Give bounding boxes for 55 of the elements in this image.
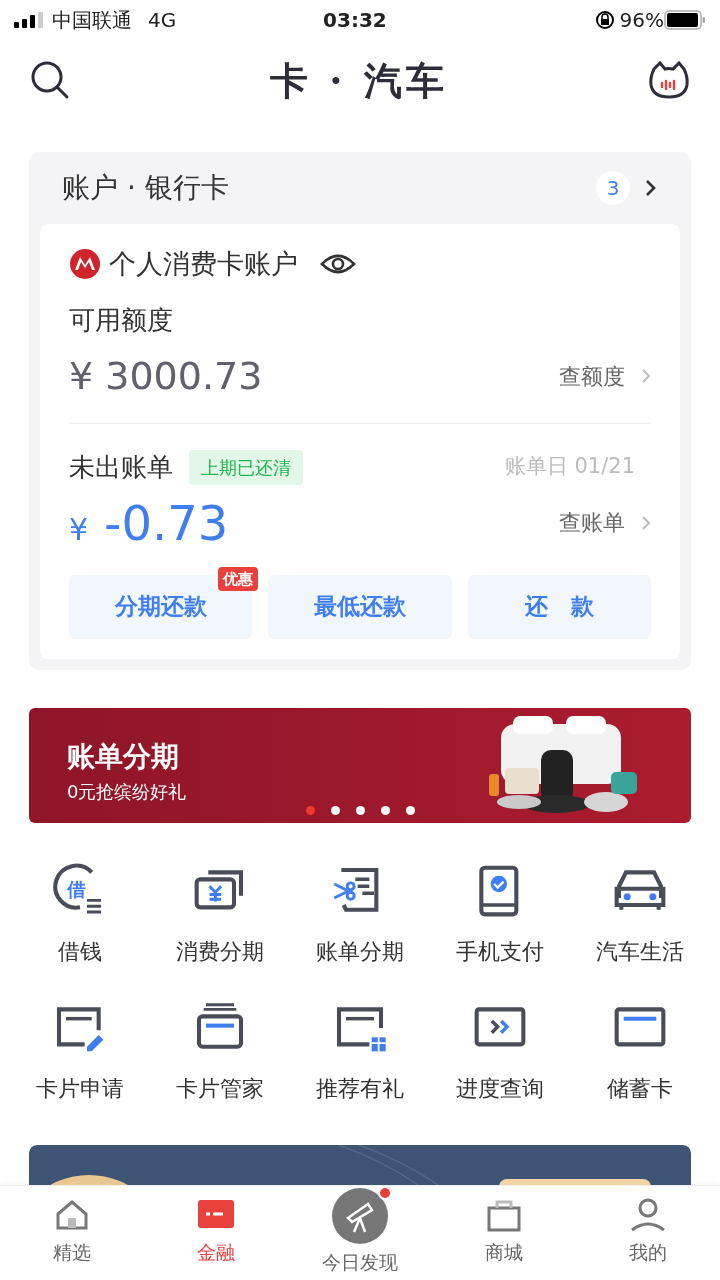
banner-title: 账单分期	[67, 738, 180, 775]
carousel-dot[interactable]	[306, 805, 315, 815]
battery-icon	[664, 9, 706, 31]
carousel-dot[interactable]	[406, 805, 415, 815]
shortcut-item[interactable]: 进度查询	[430, 999, 570, 1105]
card-count: 3	[596, 171, 630, 205]
repaid-tag: 上期已还清	[189, 449, 303, 485]
billing-date: 账单日 01/21	[504, 453, 635, 481]
available-credit-label: 可用额度	[69, 303, 174, 337]
network-type: 4G	[148, 7, 177, 34]
bank-logo-icon	[69, 248, 101, 281]
tab-item[interactable]: 今日发现	[288, 1186, 432, 1280]
repay-button[interactable]: 最低还款	[268, 574, 452, 639]
carousel-dot[interactable]	[381, 805, 390, 815]
repay-button[interactable]: 还 款	[467, 574, 651, 639]
rotation-lock-icon	[593, 9, 616, 31]
carousel-dot[interactable]	[356, 805, 365, 815]
carrier-name: 中国联通	[52, 7, 132, 34]
search-icon	[30, 60, 70, 100]
chevron-right-icon	[641, 368, 651, 384]
banner-subtitle: 0元抢缤纷好礼	[67, 779, 187, 804]
view-bill-link[interactable]: 查账单	[559, 506, 651, 539]
view-credit-link[interactable]: 查额度	[559, 359, 651, 393]
chevron-right-icon[interactable]	[644, 178, 658, 198]
promo-badge: 优惠	[218, 566, 259, 591]
shortcut-item[interactable]: 汽车生活	[570, 862, 710, 968]
unbilled-label: 未出账单	[69, 450, 173, 484]
battery-percent: 96%	[619, 7, 664, 34]
signal-icon	[14, 12, 44, 28]
app-title: 卡 · 汽车	[270, 56, 448, 105]
section-title: 账户 · 银行卡	[62, 170, 230, 206]
tab-item[interactable]: 精选	[0, 1186, 144, 1280]
telescope-icon	[332, 1188, 388, 1244]
account-name: 个人消费卡账户	[109, 247, 298, 281]
chevron-right-icon	[641, 514, 651, 531]
available-credit-amount: ¥ 3000.73	[69, 352, 263, 400]
shortcut-item[interactable]: 储蓄卡	[570, 999, 710, 1105]
shortcut-item[interactable]: 卡片申请	[10, 999, 150, 1105]
assistant-button[interactable]	[648, 59, 690, 101]
currency-symbol: ¥	[69, 510, 89, 549]
clock-time: 03:32	[322, 7, 388, 34]
shortcut-item[interactable]: 手机支付	[430, 862, 570, 968]
carousel-dot[interactable]	[331, 805, 340, 815]
cat-face-icon	[648, 59, 690, 101]
shortcut-item[interactable]: 推荐有礼	[290, 999, 430, 1105]
shortcut-item[interactable]: 卡片管家	[150, 999, 290, 1105]
search-button[interactable]	[30, 60, 70, 100]
tab-item[interactable]: 商城	[432, 1186, 576, 1280]
tab-item[interactable]: 我的	[576, 1186, 720, 1280]
shortcut-item[interactable]: 账单分期	[290, 862, 430, 968]
promo-banner[interactable]: 账单分期 0元抢缤纷好礼	[29, 707, 691, 823]
shortcut-item[interactable]: 借 借钱	[10, 862, 150, 968]
tab-item[interactable]: 金融	[144, 1186, 288, 1280]
shortcut-item[interactable]: 消费分期	[150, 862, 290, 968]
unbilled-amount: -0.73	[104, 493, 229, 553]
